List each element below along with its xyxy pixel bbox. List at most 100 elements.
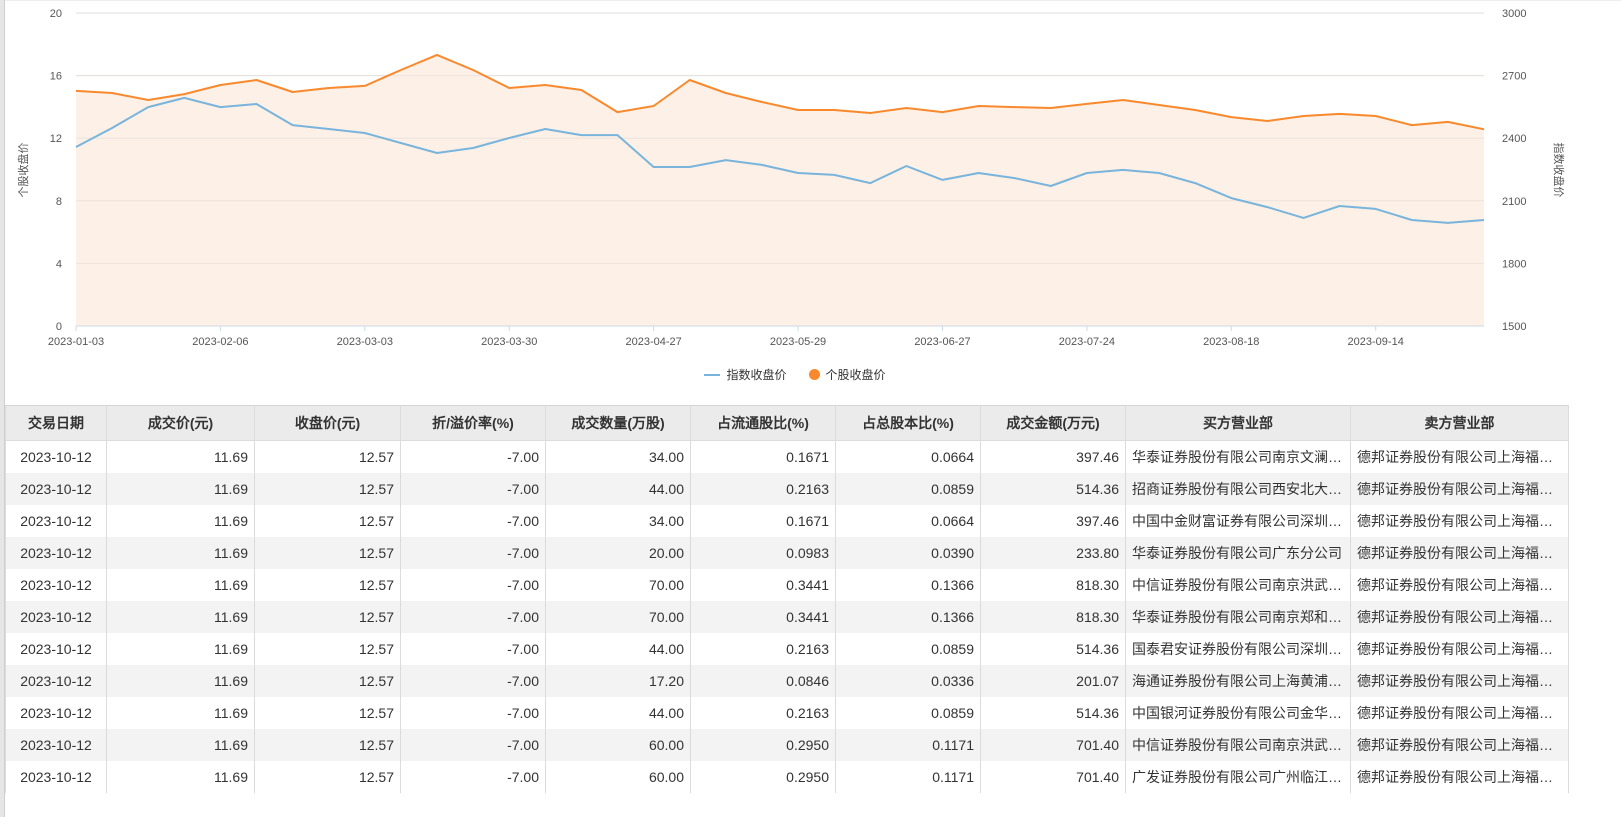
table-row: 2023-10-12 11.69 12.57 -7.00 34.00 0.1671 0.06… [5, 440, 1569, 473]
cell-seller: 德邦证券股份有限公司上海福… [1350, 473, 1569, 505]
right-axis-tick: 1500 [1502, 321, 1526, 333]
table-row: 2023-10-12 11.69 12.57 -7.00 44.00 0.2163 0.08… [5, 697, 1569, 729]
legend-item-index[interactable]: 指数收盘价 [704, 366, 787, 383]
cell-seller: 德邦证券股份有限公司上海福… [1350, 665, 1569, 697]
x-axis-tick: 2023-02-06 [192, 336, 248, 348]
x-axis-tick: 2023-08-18 [1203, 336, 1259, 348]
cell-amount: 514.36 [980, 473, 1126, 505]
cell-float-ratio: 0.2163 [690, 633, 836, 665]
series-area-1 [76, 54, 1484, 327]
cell-seller: 德邦证券股份有限公司上海福… [1350, 697, 1569, 729]
cell-premium-rate: -7.00 [400, 729, 546, 761]
column-header-amount[interactable]: 成交金额(万元) [980, 405, 1126, 441]
cell-seller: 德邦证券股份有限公司上海福… [1350, 761, 1569, 793]
cell-deal-price: 11.69 [106, 473, 255, 505]
right-axis-tick: 3000 [1502, 8, 1526, 20]
cell-deal-price: 11.69 [106, 601, 255, 633]
legend-label-stock: 个股收盘价 [825, 368, 886, 382]
x-axis-tick: 2023-01-03 [48, 336, 104, 348]
cell-premium-rate: -7.00 [400, 601, 546, 633]
cell-trade-date: 2023-10-12 [5, 569, 107, 601]
cell-deal-price: 11.69 [106, 761, 255, 793]
cell-premium-rate: -7.00 [400, 697, 546, 729]
cell-amount: 701.40 [980, 729, 1126, 761]
cell-close-price: 12.57 [254, 569, 401, 601]
cell-trade-date: 2023-10-12 [5, 761, 107, 793]
x-axis-tick: 2023-07-24 [1059, 336, 1115, 348]
cell-premium-rate: -7.00 [400, 440, 546, 473]
table-row: 2023-10-12 11.69 12.57 -7.00 17.20 0.0846 0.03… [5, 665, 1569, 697]
cell-trade-date: 2023-10-12 [5, 537, 107, 569]
table-row: 2023-10-12 11.69 12.57 -7.00 20.00 0.0983 0.03… [5, 537, 1569, 569]
cell-premium-rate: -7.00 [400, 633, 546, 665]
cell-trade-date: 2023-10-12 [5, 665, 107, 697]
cell-float-ratio: 0.0846 [690, 665, 836, 697]
cell-close-price: 12.57 [254, 505, 401, 537]
cell-premium-rate: -7.00 [400, 569, 546, 601]
cell-buyer: 国泰君安证券股份有限公司深圳… [1125, 633, 1351, 665]
cell-buyer: 海通证券股份有限公司上海黄浦… [1125, 665, 1351, 697]
cell-amount: 701.40 [980, 761, 1126, 793]
cell-amount: 397.46 [980, 440, 1126, 473]
cell-close-price: 12.57 [254, 729, 401, 761]
column-header-close-price[interactable]: 收盘价(元) [254, 405, 401, 441]
cell-buyer: 广发证券股份有限公司广州临江… [1125, 761, 1351, 793]
cell-total-ratio: 0.1366 [835, 601, 981, 633]
left-axis-tick: 20 [50, 8, 62, 20]
column-header-volume[interactable]: 成交数量(万股) [545, 405, 691, 441]
cell-close-price: 12.57 [254, 665, 401, 697]
cell-total-ratio: 0.0859 [835, 697, 981, 729]
cell-trade-date: 2023-10-12 [5, 440, 107, 473]
cell-deal-price: 11.69 [106, 537, 255, 569]
left-axis-tick: 4 [56, 258, 62, 270]
column-header-total-ratio[interactable]: 占总股本比(%) [835, 405, 981, 441]
cell-buyer: 中信证券股份有限公司南京洪武… [1125, 729, 1351, 761]
cell-premium-rate: -7.00 [400, 505, 546, 537]
x-axis-tick: 2023-03-30 [481, 336, 537, 348]
right-axis-tick: 2400 [1502, 133, 1526, 145]
cell-trade-date: 2023-10-12 [5, 633, 107, 665]
cell-close-price: 12.57 [254, 537, 401, 569]
cell-amount: 201.07 [980, 665, 1126, 697]
cell-float-ratio: 0.1671 [690, 440, 836, 473]
table-row: 2023-10-12 11.69 12.57 -7.00 70.00 0.3441 0.13… [5, 569, 1569, 601]
cell-buyer: 华泰证券股份有限公司广东分公司 [1125, 537, 1351, 569]
cell-close-price: 12.57 [254, 761, 401, 793]
legend-item-stock[interactable]: 个股收盘价 [808, 366, 886, 383]
cell-deal-price: 11.69 [106, 665, 255, 697]
table-row: 2023-10-12 11.69 12.57 -7.00 34.00 0.1671 0.06… [5, 505, 1569, 537]
cell-float-ratio: 0.1671 [690, 505, 836, 537]
cell-amount: 818.30 [980, 601, 1126, 633]
table-row: 2023-10-12 11.69 12.57 -7.00 60.00 0.2950 0.11… [5, 729, 1569, 761]
column-header-deal-price[interactable]: 成交价(元) [106, 405, 255, 441]
right-axis-tick: 1800 [1502, 258, 1526, 270]
column-header-trade-date[interactable]: 交易日期 [5, 405, 107, 441]
cell-buyer: 华泰证券股份有限公司南京文澜… [1125, 440, 1351, 473]
cell-float-ratio: 0.2950 [690, 761, 836, 793]
left-axis-tick: 16 [50, 71, 62, 83]
cell-deal-price: 11.69 [106, 505, 255, 537]
chart-legend: 指数收盘价 个股收盘价 [0, 366, 1590, 383]
x-axis-tick: 2023-06-27 [914, 336, 970, 348]
column-header-buyer[interactable]: 买方营业部 [1125, 405, 1351, 441]
price-chart: 0 1500 4 1800 8 2100 12 2400 16 2700 20 3000 个股收盘价 指数… [16, 8, 1566, 348]
cell-amount: 233.80 [980, 537, 1126, 569]
cell-volume: 34.00 [545, 505, 691, 537]
table-row: 2023-10-12 11.69 12.57 -7.00 70.00 0.3441 0.13… [5, 601, 1569, 633]
cell-float-ratio: 0.2163 [690, 473, 836, 505]
cell-buyer: 招商证券股份有限公司西安北大… [1125, 473, 1351, 505]
column-header-premium-rate[interactable]: 折/溢价率(%) [400, 405, 546, 441]
cell-deal-price: 11.69 [106, 697, 255, 729]
column-header-seller[interactable]: 卖方营业部 [1350, 405, 1569, 441]
cell-seller: 德邦证券股份有限公司上海福… [1350, 601, 1569, 633]
cell-volume: 44.00 [545, 697, 691, 729]
cell-total-ratio: 0.0664 [835, 505, 981, 537]
cell-trade-date: 2023-10-12 [5, 601, 107, 633]
column-header-float-ratio[interactable]: 占流通股比(%) [690, 405, 836, 441]
cell-close-price: 12.57 [254, 697, 401, 729]
cell-close-price: 12.57 [254, 473, 401, 505]
cell-float-ratio: 0.3441 [690, 601, 836, 633]
x-axis-tick: 2023-04-27 [626, 336, 682, 348]
left-axis-label: 个股收盘价 [16, 143, 30, 198]
cell-buyer: 中国银河证券股份有限公司金华… [1125, 697, 1351, 729]
